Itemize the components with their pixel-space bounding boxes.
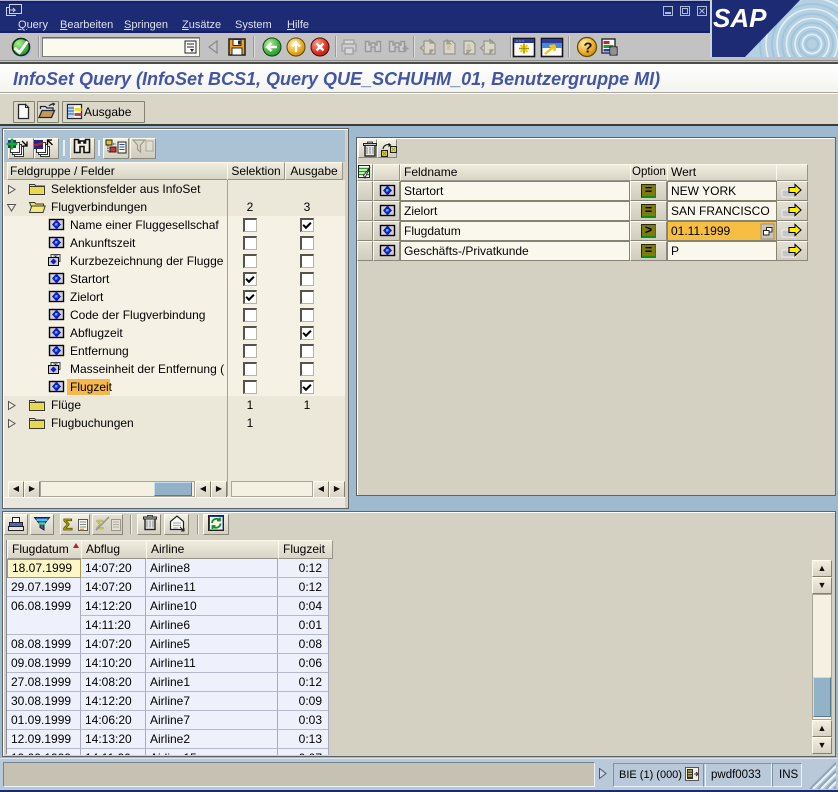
svg-text:Σ: Σ <box>63 517 73 534</box>
svg-text:?: ? <box>583 40 592 57</box>
svg-text:SAP: SAP <box>713 3 767 33</box>
